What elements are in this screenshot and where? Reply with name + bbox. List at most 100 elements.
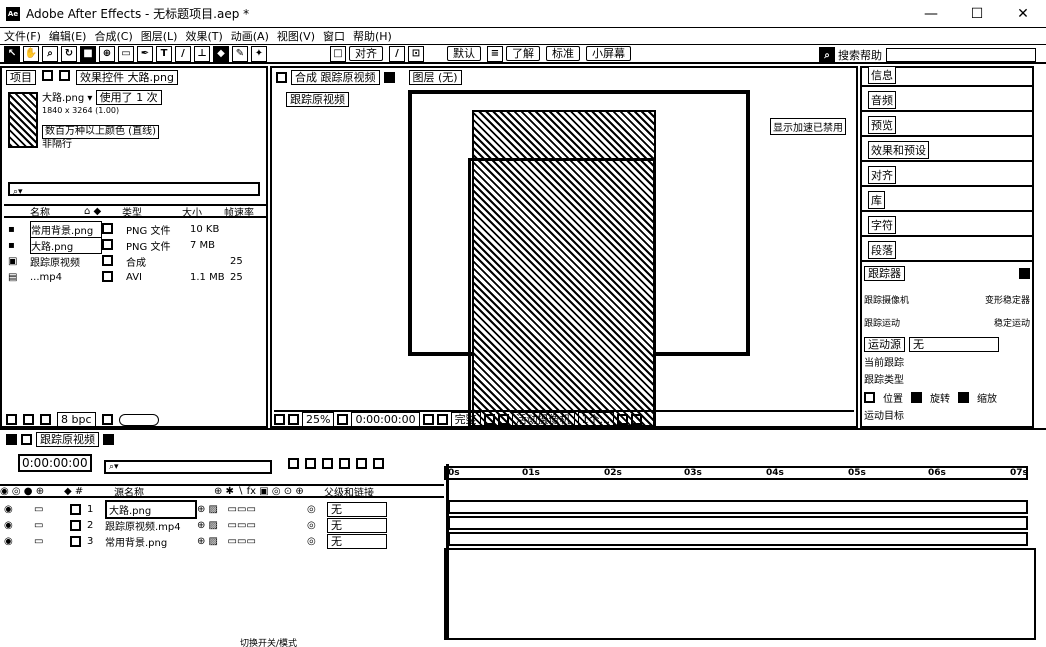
parent-dropdown[interactable]: 无	[327, 501, 387, 517]
layer-bar[interactable]	[448, 532, 1028, 546]
menu-layer[interactable]: 图层(L)	[137, 28, 182, 44]
menu-window[interactable]: 窗口	[319, 28, 349, 44]
panel-character[interactable]: 字符	[862, 214, 1032, 237]
layer-bar[interactable]	[448, 516, 1028, 530]
tracker-menu-icon[interactable]	[1019, 268, 1030, 279]
col-fps[interactable]: 帧速率	[224, 204, 264, 219]
current-time-indicator[interactable]	[446, 464, 449, 640]
motion-source-dropdown[interactable]: 无	[909, 337, 999, 352]
new-composition-icon[interactable]	[40, 414, 51, 425]
menu-view[interactable]: 视图(V)	[273, 28, 319, 44]
rectangle-tool-icon[interactable]: ▭	[118, 45, 134, 62]
comp-mini-flowchart-icon[interactable]	[288, 458, 299, 469]
timeline-lock-icon[interactable]	[21, 434, 32, 445]
reset-exposure-icon[interactable]	[617, 413, 629, 425]
menu-help[interactable]: 帮助(H)	[349, 28, 396, 44]
grid-icon[interactable]	[337, 413, 349, 425]
tab-effects-controls[interactable]: 效果控件 大路.png	[76, 70, 178, 85]
tab-composition[interactable]: 合成 跟踪原视频	[291, 70, 380, 85]
parent-dropdown[interactable]: 无	[327, 533, 387, 549]
panel-effects-presets[interactable]: 效果和预设	[862, 139, 1032, 162]
panel-audio[interactable]: 音频	[862, 89, 1032, 112]
timeline-search-input[interactable]: ⌕▾	[104, 460, 272, 474]
composition-menu-icon[interactable]	[383, 72, 395, 83]
graph-editor-icon[interactable]	[373, 458, 384, 469]
transparency-grid-icon[interactable]	[497, 413, 509, 425]
menu-effect[interactable]: 效果(T)	[181, 28, 226, 44]
search-help-input[interactable]	[886, 48, 1036, 62]
shy-layers-icon[interactable]	[322, 458, 333, 469]
bpc-button[interactable]: 8 bpc	[57, 412, 96, 427]
table-row[interactable]: ◉ ▭ 2 跟踪原视频.mp4 ⊕ ▨ ▭▭▭ ◎ 无	[4, 517, 444, 533]
delete-icon[interactable]	[101, 414, 113, 425]
effects-lock-icon[interactable]	[59, 70, 70, 81]
workspace-standard[interactable]: 标准	[546, 46, 580, 61]
new-folder-icon[interactable]	[23, 414, 34, 425]
snap-icon[interactable]: /	[389, 45, 405, 62]
track-motion-button[interactable]: 跟踪运动	[864, 316, 900, 329]
list-item[interactable]: ▪ 常用背景.png PNG 文件 10 KB	[8, 220, 230, 238]
tab-project[interactable]: 项目	[6, 70, 36, 85]
exposure-icon[interactable]	[631, 413, 643, 425]
composition-lock-icon[interactable]	[276, 72, 287, 83]
camera-tool-icon[interactable]: ■	[80, 45, 96, 62]
table-row[interactable]: ◉ ▭ 1 大路.png ⊕ ▨ ▭▭▭ ◎ 无	[4, 499, 444, 519]
timeline-timecode[interactable]: 0:00:00:00	[18, 454, 92, 472]
workspace-menu-icon[interactable]: ≡	[487, 45, 503, 62]
list-item[interactable]: ▪ 大路.png PNG 文件 7 MB	[8, 236, 230, 254]
tab-timeline[interactable]: 跟踪原视频	[36, 432, 99, 447]
resolution-dropdown[interactable]: 完整	[450, 411, 481, 427]
pen-tool-icon[interactable]: ✒	[137, 45, 153, 62]
list-item[interactable]: ▣ 跟踪原视频 合成 25	[8, 254, 243, 269]
snap-options-icon[interactable]: ⊡	[408, 45, 424, 62]
panel-info[interactable]: 信息	[862, 64, 1032, 87]
col-size[interactable]: 大小	[182, 204, 224, 219]
col-type[interactable]: 类型	[122, 204, 182, 219]
panel-preview[interactable]: 预览	[862, 114, 1032, 137]
parent-dropdown[interactable]: 无	[327, 517, 387, 533]
scale-checkbox[interactable]	[958, 392, 969, 403]
col-source-name[interactable]: 源名称	[114, 484, 214, 499]
snapshot-icon[interactable]	[422, 413, 434, 425]
puppet-tool-icon[interactable]: ✦	[251, 45, 267, 62]
thumbnail-slider[interactable]	[118, 413, 159, 426]
toggle-switches-modes[interactable]: 切换开关/模式	[240, 636, 297, 647]
tab-layer[interactable]: 图层 (无)	[408, 70, 462, 85]
hand-tool-icon[interactable]: ✋	[23, 45, 39, 62]
project-search-input[interactable]: ⌕▾	[8, 182, 260, 197]
warp-stabilizer-button[interactable]: 变形稳定器	[985, 293, 1030, 306]
maximize-button[interactable]: ☐	[954, 0, 1000, 28]
col-name[interactable]: 名称	[30, 204, 84, 219]
table-row[interactable]: ◉ ▭ 3 常用背景.png ⊕ ▨ ▭▭▭ ◎ 无	[4, 533, 444, 549]
menu-animation[interactable]: 动画(A)	[227, 28, 273, 44]
timeline-close-icon[interactable]	[6, 434, 17, 445]
type-tool-icon[interactable]: T	[156, 45, 172, 62]
close-button[interactable]: ✕	[1000, 0, 1046, 28]
region-of-interest-icon[interactable]	[483, 413, 495, 425]
panel-library[interactable]: 库	[862, 189, 1032, 212]
col-parent[interactable]: 父级和链接	[324, 484, 374, 499]
zoom-dropdown[interactable]: 25%	[302, 411, 335, 427]
workspace-small-screen[interactable]: 小屏幕	[586, 46, 631, 61]
workspace-learn[interactable]: 了解	[506, 46, 540, 61]
layer-bounding-box[interactable]	[468, 158, 656, 428]
list-item[interactable]: ▤ ...mp4 AVI 1.1 MB 25	[8, 270, 243, 284]
mask-visibility-icon[interactable]	[288, 413, 299, 425]
minimize-button[interactable]: —	[908, 0, 954, 28]
clone-stamp-tool-icon[interactable]: ⊥	[194, 45, 210, 62]
menu-file[interactable]: 文件(F)	[0, 28, 45, 44]
rotation-checkbox[interactable]	[911, 392, 922, 403]
views-dropdown[interactable]: 1个...	[577, 411, 615, 427]
menu-composition[interactable]: 合成(C)	[90, 28, 136, 44]
draft-3d-icon[interactable]	[305, 458, 316, 469]
position-checkbox[interactable]	[864, 392, 875, 403]
panel-menu-icon[interactable]	[42, 70, 53, 81]
stabilize-motion-button[interactable]: 稳定运动	[994, 316, 1030, 329]
zoom-tool-icon[interactable]: ⌕	[42, 45, 58, 62]
align-checkbox-icon[interactable]: □	[330, 45, 346, 62]
panel-paragraph[interactable]: 段落	[862, 239, 1032, 262]
menu-edit[interactable]: 编辑(E)	[45, 28, 91, 44]
comp-breadcrumb[interactable]: 跟踪原视频	[286, 92, 349, 107]
selection-tool-icon[interactable]: ↖	[4, 45, 20, 62]
motion-blur-icon[interactable]	[356, 458, 367, 469]
